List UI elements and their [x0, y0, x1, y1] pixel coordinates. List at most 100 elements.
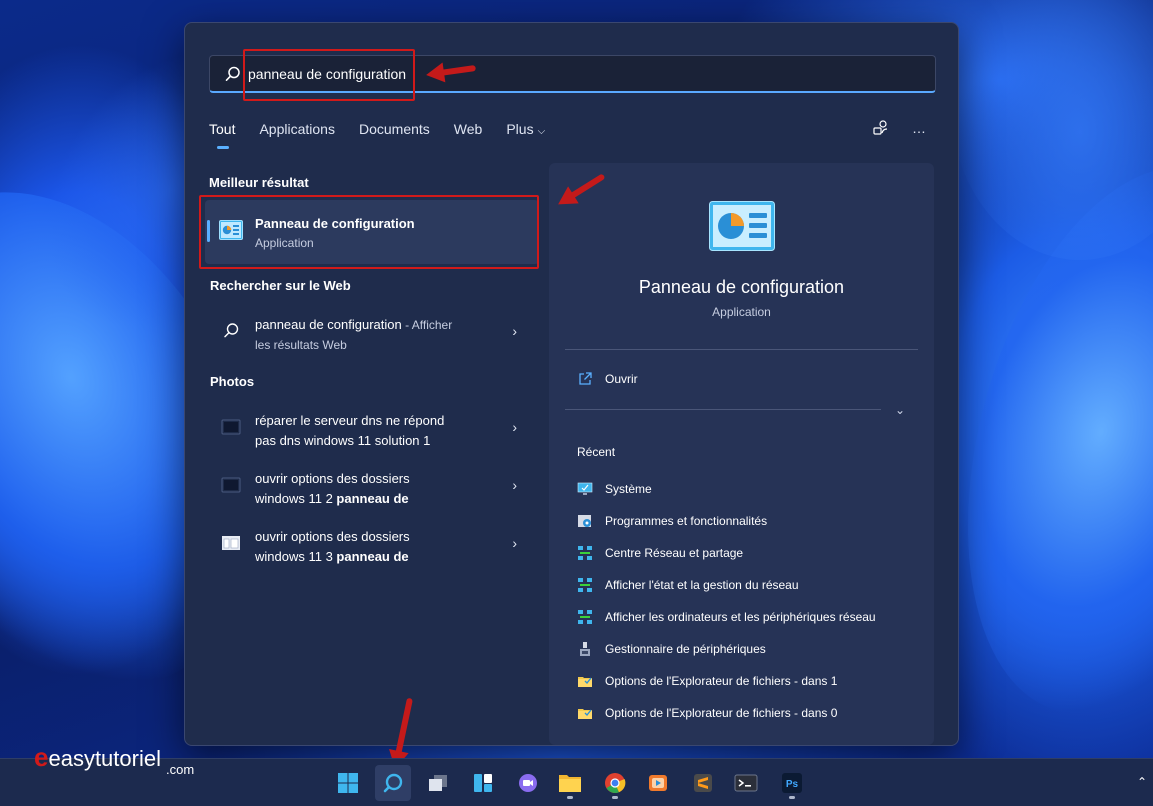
- search-panel: Tout Applications Documents Web Plus⌵ … …: [184, 22, 959, 746]
- watermark-logo: eeasytutoriel: [34, 742, 161, 773]
- terminal-icon: [734, 774, 758, 792]
- folder-options-icon: [578, 709, 592, 719]
- web-suffix: - Afficher: [401, 318, 453, 332]
- annotation-highlight-search: [243, 49, 415, 101]
- tab-label: Web: [453, 121, 483, 137]
- widgets-button[interactable]: [465, 765, 501, 801]
- photo-line2: windows 11 3: [255, 549, 337, 564]
- recent-item-label: Options de l'Explorateur de fichiers - d…: [605, 674, 838, 688]
- running-indicator: [789, 796, 795, 799]
- more-options-icon[interactable]: …: [910, 119, 928, 137]
- expand-chevron-icon[interactable]: ⌄: [895, 403, 905, 417]
- tab-label: Applications: [259, 121, 335, 137]
- chevron-up-icon[interactable]: ⌃: [1137, 775, 1147, 789]
- photo-result[interactable]: ouvrir options des dossiers windows 11 3…: [205, 521, 539, 571]
- photo-line1: ouvrir options des dossiers: [255, 471, 410, 486]
- watermark-tld: .com: [166, 762, 195, 777]
- folder-options-icon: [578, 677, 592, 687]
- photo-line1: ouvrir options des dossiers: [255, 529, 410, 544]
- web-heading: Rechercher sur le Web: [210, 278, 351, 293]
- web-query: panneau de configuration: [255, 317, 402, 332]
- start-icon: [338, 773, 358, 793]
- running-indicator: [567, 796, 573, 799]
- web-search-result[interactable]: panneau de configuration - Afficher les …: [205, 309, 539, 359]
- chat-button[interactable]: [510, 765, 546, 801]
- programs-icon: [578, 515, 591, 527]
- recent-item[interactable]: Options de l'Explorateur de fichiers - d…: [577, 703, 837, 723]
- task-view-button[interactable]: [420, 765, 456, 801]
- tab-applications[interactable]: Applications: [259, 121, 335, 149]
- recent-item-label: Gestionnaire de périphériques: [605, 642, 766, 656]
- running-indicator: [612, 796, 618, 799]
- photos-heading: Photos: [210, 374, 255, 389]
- photo-result[interactable]: ouvrir options des dossiers windows 11 2…: [205, 463, 539, 513]
- photo-bold-match: panneau de: [336, 549, 409, 564]
- task-view-icon: [429, 775, 447, 791]
- recent-item-label: Centre Réseau et partage: [605, 546, 744, 560]
- best-match-heading: Meilleur résultat: [209, 175, 309, 190]
- preview-type: Application: [712, 305, 771, 319]
- open-action[interactable]: Ouvrir: [577, 371, 638, 387]
- photo-bold-match: panneau de: [336, 491, 409, 506]
- start-button[interactable]: [330, 765, 366, 801]
- sublime-text-icon: [694, 774, 712, 792]
- photo-result-text: ouvrir options des dossiers windows 11 2…: [255, 469, 485, 509]
- network-icon: [578, 578, 592, 592]
- recent-item[interactable]: Programmes et fonctionnalités: [577, 511, 767, 531]
- photo-thumbnail-icon: [222, 536, 240, 550]
- recent-item-label: Programmes et fonctionnalités: [605, 514, 768, 528]
- chevron-down-icon: ⌵: [537, 126, 546, 137]
- photo-result-text: ouvrir options des dossiers windows 11 3…: [255, 527, 485, 567]
- recent-item[interactable]: Gestionnaire de périphériques: [577, 639, 766, 659]
- photo-result[interactable]: réparer le serveur dns ne répond pas dns…: [205, 405, 539, 455]
- control-panel-icon: [709, 201, 775, 251]
- panel-tools: …: [872, 119, 928, 137]
- chevron-right-icon: ›: [512, 323, 517, 339]
- recent-item[interactable]: Options de l'Explorateur de fichiers - d…: [577, 671, 837, 691]
- open-label: Ouvrir: [605, 372, 638, 386]
- search-icon: [225, 66, 240, 81]
- photo-line1: réparer le serveur dns ne répond: [255, 413, 445, 428]
- tab-documents[interactable]: Documents: [359, 121, 430, 149]
- tab-all[interactable]: Tout: [209, 121, 235, 149]
- divider: [565, 349, 918, 350]
- chrome-button[interactable]: [597, 765, 633, 801]
- file-explorer-icon: [559, 775, 581, 792]
- photoshop-button[interactable]: Ps: [774, 765, 810, 801]
- recent-item-label: Afficher les ordinateurs et les périphér…: [605, 610, 876, 624]
- chevron-right-icon: ›: [512, 419, 517, 435]
- photoshop-icon: Ps: [782, 773, 802, 793]
- recent-item-label: Options de l'Explorateur de fichiers - d…: [605, 706, 838, 720]
- terminal-button[interactable]: [728, 765, 764, 801]
- tab-label: Plus: [506, 121, 534, 137]
- sublime-text-button[interactable]: [685, 765, 721, 801]
- recent-item[interactable]: Centre Réseau et partage: [577, 543, 743, 563]
- chevron-right-icon: ›: [512, 535, 517, 551]
- widgets-icon: [474, 774, 492, 792]
- tab-more[interactable]: Plus ⌵: [506, 121, 545, 149]
- recent-item-label: Afficher l'état et la gestion du réseau: [605, 578, 799, 592]
- watermark-e-glyph: e: [34, 742, 49, 772]
- wallpaper-bloom: [950, 0, 1153, 260]
- recent-item[interactable]: Afficher l'état et la gestion du réseau: [577, 575, 799, 595]
- recent-item-label: Système: [605, 482, 652, 496]
- tab-web[interactable]: Web: [454, 121, 483, 149]
- system-icon: [577, 482, 593, 495]
- teams-chat-icon: [519, 774, 537, 792]
- network-icon: [578, 610, 592, 624]
- file-explorer-button[interactable]: [552, 765, 588, 801]
- svg-text:Ps: Ps: [786, 779, 799, 790]
- photo-result-text: réparer le serveur dns ne répond pas dns…: [255, 411, 485, 451]
- media-player-button[interactable]: [640, 765, 676, 801]
- search-icon: [224, 323, 239, 338]
- account-switch-icon[interactable]: [872, 119, 890, 137]
- recent-item[interactable]: Afficher les ordinateurs et les périphér…: [577, 607, 876, 627]
- recent-item[interactable]: Système: [577, 479, 652, 499]
- web-result-text: panneau de configuration - Afficher les …: [255, 315, 485, 355]
- recent-heading: Récent: [577, 445, 616, 459]
- taskbar-search-button[interactable]: [375, 765, 411, 801]
- search-icon: [383, 773, 403, 793]
- photo-line2: pas dns windows 11 solution 1: [255, 433, 431, 448]
- photo-line2: windows 11 2: [255, 491, 337, 506]
- tab-label: Documents: [358, 121, 430, 137]
